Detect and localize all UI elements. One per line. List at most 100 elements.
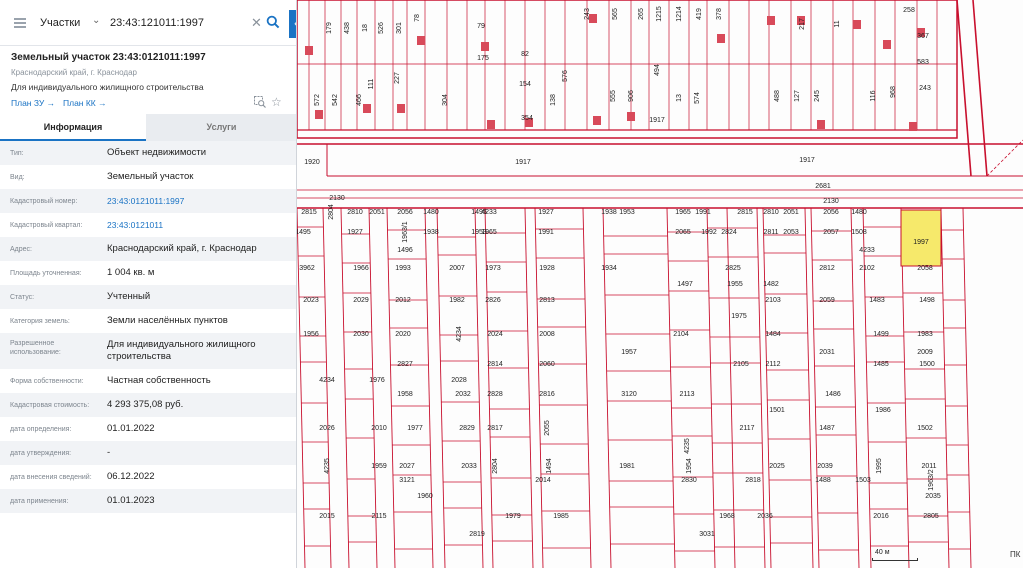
parcel-number: 1486: [825, 391, 841, 398]
parcel-number: 1503: [855, 477, 871, 484]
top-parcel-number: 82: [521, 51, 529, 58]
parcel-number: 1927: [347, 229, 363, 236]
attribute-row: Кадастровая стоимость: 4 293 375,08 руб.: [0, 393, 296, 417]
attribute-label: Категория земель:: [10, 318, 70, 325]
top-parcel-number: 354: [521, 115, 533, 122]
collapse-panel-button[interactable]: ‹: [289, 10, 296, 38]
parcel-title: Земельный участок 23:43:0121011:1997: [11, 52, 206, 63]
tab-info[interactable]: Информация: [0, 114, 146, 141]
search-input[interactable]: 23:43:121011:1997: [110, 17, 204, 29]
parcel-number: 1968: [719, 513, 735, 520]
building: [417, 36, 425, 45]
parcel-number: 1495: [297, 229, 311, 236]
map-canvas[interactable]: 179 438 18 526 301 78 79 175 82 154 138 576 243 565 26…: [297, 0, 1023, 568]
search-type-select[interactable]: Участки: [40, 17, 80, 29]
parcel-number: 2010: [371, 425, 387, 432]
parcel-number: 1500: [919, 361, 935, 368]
attribute-value: Объект недвижимости: [107, 147, 207, 158]
attribute-list: Тип: Объект недвижимости Вид: Земельный уча…: [0, 141, 296, 513]
scale-bar: [872, 558, 918, 561]
parcel-number: 2810: [347, 209, 363, 216]
attribute-label: Адрес:: [10, 246, 32, 253]
parcel-number: 2814: [487, 361, 503, 368]
close-icon[interactable]: ✕: [251, 15, 262, 31]
top-parcel-number: 111: [368, 79, 375, 90]
parcel-number: 1494: [546, 458, 553, 474]
parcel-number: 2009: [917, 349, 933, 356]
parcel-number: 2056: [823, 209, 839, 216]
parcel-number: 2035: [925, 493, 941, 500]
parcel-line: [862, 207, 872, 568]
tab-services[interactable]: Услуги: [146, 114, 296, 141]
attribute-label: Разрешенное использование:: [10, 340, 61, 356]
building: [627, 112, 635, 121]
attribute-value: -: [107, 447, 111, 458]
parcel-number: 3031: [699, 531, 715, 538]
road-label: 2130: [329, 195, 345, 202]
plan-kk-link[interactable]: План КК →: [63, 98, 107, 108]
parcel-number: 1501: [769, 407, 785, 414]
chevron-down-icon[interactable]: ⌄: [92, 15, 100, 26]
attribute-row: Кадастровый квартал: 23:43:0121011: [0, 213, 296, 237]
parcel-number: 1963/1: [402, 221, 409, 243]
parcel-number: 3962: [299, 265, 315, 272]
map-corner-label: ПК: [1010, 550, 1021, 559]
parcel-permitted-use: Для индивидуального жилищного строительс…: [11, 82, 204, 92]
parcel-number: 2056: [397, 209, 413, 216]
top-parcel-number: 175: [477, 55, 489, 62]
attribute-value: Земельный участок: [107, 171, 194, 182]
zoom-to-icon[interactable]: [254, 96, 266, 108]
parcel-number: 1934: [601, 265, 617, 272]
parcel-number: 1498: [919, 297, 935, 304]
parcel-number: 1965: [675, 209, 691, 216]
top-parcel-number: 488: [774, 90, 781, 102]
parcel-number: 2113: [679, 391, 694, 398]
parcel-number: 2053: [783, 229, 799, 236]
attribute-value: 06.12.2022: [107, 471, 155, 482]
parcel-number: 2059: [819, 297, 835, 304]
parcel-number: 2036: [757, 513, 773, 520]
attribute-row: дата утверждения: -: [0, 441, 296, 465]
plan-zu-link[interactable]: План ЗУ →: [11, 98, 55, 108]
attribute-row: Адрес: Краснодарский край, г. Краснодар: [0, 237, 296, 261]
attribute-label: Кадастровый номер:: [10, 198, 78, 205]
parcel-number: 1982: [449, 297, 465, 304]
attribute-value: Частная собственность: [107, 375, 211, 386]
attribute-row: Статус: Учтенный: [0, 285, 296, 309]
top-parcel-number: 154: [519, 81, 531, 88]
top-parcel-number: 968: [890, 86, 897, 98]
top-parcel-number: 906: [628, 90, 635, 102]
parcel-number: 1979: [505, 513, 521, 520]
parcel-number: 1955: [727, 281, 743, 288]
parcel-number: 4234: [319, 377, 335, 384]
scale-label: 40 м: [875, 549, 890, 556]
top-parcel-number: 576: [562, 70, 569, 82]
attribute-row: Категория земель: Земли населённых пункто…: [0, 309, 296, 333]
road-label: 1920: [304, 159, 320, 166]
parcel-number: 2025: [769, 463, 785, 470]
top-parcel-number: 526: [378, 22, 385, 34]
attribute-value: Для индивидуального жилищного строительс…: [107, 339, 256, 362]
attribute-link[interactable]: 23:43:0121011: [107, 219, 292, 231]
attribute-link[interactable]: 23:43:0121011:1997: [107, 195, 292, 207]
search-icon[interactable]: [266, 15, 280, 29]
top-parcel-number: 13: [676, 94, 683, 102]
parcel-number: 1480: [851, 209, 867, 216]
top-parcel-number: 378: [716, 8, 723, 20]
top-parcel-number: 438: [344, 22, 351, 34]
top-parcel-number: 572: [314, 94, 321, 106]
cadastral-map[interactable]: 179 438 18 526 301 78 79 175 82 154 138 576 243 565 26…: [297, 0, 1023, 568]
star-icon[interactable]: ☆: [271, 95, 282, 109]
parcel-line: [534, 207, 544, 568]
parcel-number: 2815: [301, 209, 317, 216]
parcel-number: 3120: [621, 391, 637, 398]
attribute-row: Разрешенное использование: Для индивидуал…: [0, 333, 296, 369]
menu-icon[interactable]: [14, 18, 26, 28]
top-parcel-number: 217: [799, 18, 806, 30]
parcel-number: 1928: [539, 265, 555, 272]
parcel-number: 1487: [819, 425, 835, 432]
parcel-number: 2813: [539, 297, 555, 304]
parcel-number: 1927: [538, 209, 554, 216]
parcel-number: 1488: [815, 477, 831, 484]
attribute-value: Учтенный: [107, 291, 151, 302]
